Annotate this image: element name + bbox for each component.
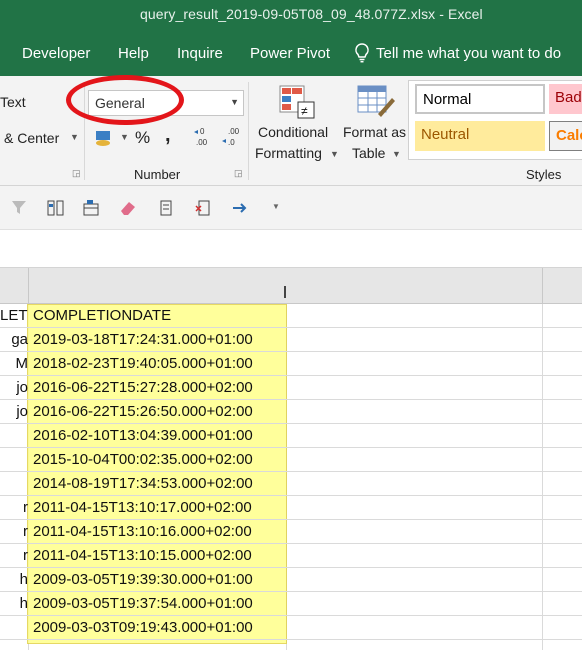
format-as-table-icon[interactable]: [356, 84, 396, 120]
table-row: jo 2016-06-22T15:27:28.000+02:00: [0, 376, 582, 400]
cell-b[interactable]: 2016-02-10T13:04:39.000+01:00: [33, 427, 253, 444]
cell-b[interactable]: 2011-04-15T13:10:15.000+02:00: [33, 547, 252, 564]
dialog-launcher-icon[interactable]: ◲: [234, 168, 243, 179]
conditional-formatting-icon[interactable]: ≠: [278, 84, 318, 120]
style-bad[interactable]: Bad: [549, 84, 582, 114]
svg-text:0: 0: [200, 127, 205, 136]
accounting-format-icon[interactable]: [94, 128, 116, 148]
column-header-row: [0, 268, 582, 304]
window-title: query_result_2019-09-05T08_09_48.077Z.xl…: [140, 6, 483, 22]
cell-rows: LETE COMPLETIONDATE ga 2019-03-18T17:24:…: [0, 304, 582, 650]
table-row: h 2009-03-05T19:37:54.000+01:00: [0, 592, 582, 616]
table-row: r 2011-04-15T13:10:17.000+02:00: [0, 496, 582, 520]
cell-b[interactable]: 2018-02-23T19:40:05.000+01:00: [33, 355, 253, 372]
dialog-launcher-icon[interactable]: ◲: [72, 168, 81, 179]
cell-a[interactable]: h: [0, 595, 28, 612]
tab-help[interactable]: Help: [118, 45, 149, 62]
chevron-down-icon: ▼: [230, 97, 239, 107]
tell-me-label: Tell me what you want to do: [376, 44, 562, 62]
styles-group-label: Styles: [526, 167, 562, 182]
table-row: M 2018-02-23T19:40:05.000+01:00: [0, 352, 582, 376]
cell-a[interactable]: r: [0, 547, 28, 564]
tell-me-box[interactable]: Tell me what you want to do: [354, 43, 561, 63]
cell-a[interactable]: h: [0, 571, 28, 588]
cell-b[interactable]: 2019-03-18T17:24:31.000+01:00: [33, 331, 253, 348]
chevron-down-icon[interactable]: ▼: [330, 149, 339, 159]
number-format-value: General: [95, 95, 145, 111]
tab-inquire[interactable]: Inquire: [177, 45, 223, 62]
table-row: jo 2016-06-22T15:26:50.000+02:00: [0, 400, 582, 424]
resize-cursor: [284, 286, 286, 298]
lightbulb-icon: [355, 43, 369, 63]
cell-b[interactable]: 2016-06-22T15:26:50.000+02:00: [33, 403, 253, 420]
style-normal[interactable]: Normal: [415, 84, 545, 114]
svg-text:≠: ≠: [301, 104, 308, 118]
conditional-formatting-button[interactable]: Conditional: [258, 124, 328, 140]
ribbon: Text & Center ▼ ◲ General ▼ ▼ % , 0 .00 …: [0, 76, 582, 186]
format-as-table-button[interactable]: Format as: [343, 124, 406, 140]
chevron-down-icon[interactable]: ▼: [120, 132, 129, 142]
cell-b[interactable]: 2011-04-15T13:10:16.000+02:00: [33, 523, 252, 540]
tab-developer[interactable]: Developer: [22, 45, 90, 62]
cell-b[interactable]: COMPLETIONDATE: [33, 307, 171, 324]
cell-b[interactable]: 2009-03-05T19:39:30.000+01:00: [33, 571, 253, 588]
cell-b[interactable]: 2016-06-22T15:27:28.000+02:00: [33, 379, 253, 396]
delete-cells-icon[interactable]: [194, 198, 214, 218]
conditional-formatting-button-line2[interactable]: Formatting: [255, 145, 322, 161]
cell-a[interactable]: jo: [0, 379, 28, 396]
cell-a[interactable]: LETE: [0, 307, 28, 324]
table-row: 2014-08-19T17:34:53.000+02:00: [0, 472, 582, 496]
cell-b[interactable]: 2015-10-04T00:02:35.000+02:00: [33, 451, 253, 468]
table-tools-icon[interactable]: [82, 198, 102, 218]
cell-b[interactable]: 2014-08-19T17:34:53.000+02:00: [33, 475, 253, 492]
style-calculation[interactable]: Calc: [549, 121, 582, 151]
table-row: 2009-03-03T09:19:43.000+01:00: [0, 616, 582, 640]
copy-cells-icon[interactable]: [156, 198, 176, 218]
cell-b[interactable]: 2011-04-15T13:10:17.000+02:00: [33, 499, 252, 516]
percent-style-button[interactable]: %: [135, 128, 150, 148]
increase-decimal-icon[interactable]: 0 .00: [192, 126, 216, 148]
svg-text:.0: .0: [228, 138, 235, 147]
number-format-dropdown[interactable]: General ▼: [88, 90, 244, 116]
quick-toolbar: ▼: [0, 186, 582, 230]
cell-a[interactable]: ga: [0, 331, 28, 348]
customize-dropdown-icon[interactable]: ▼: [272, 202, 280, 211]
cell-b[interactable]: 2009-03-05T19:37:54.000+01:00: [33, 595, 253, 612]
table-row: 2016-02-10T13:04:39.000+01:00: [0, 424, 582, 448]
style-neutral[interactable]: Neutral: [415, 121, 545, 151]
cell-b[interactable]: 2009-03-03T09:19:43.000+01:00: [33, 619, 253, 636]
wrap-text-button[interactable]: Text: [0, 94, 26, 110]
table-row: 2015-10-04T00:02:35.000+02:00: [0, 448, 582, 472]
table-row: r 2011-04-15T13:10:15.000+02:00: [0, 544, 582, 568]
group-separator: [84, 82, 85, 180]
table-row-header: LETE COMPLETIONDATE: [0, 304, 582, 328]
table-row: h 2009-03-05T19:39:30.000+01:00: [0, 568, 582, 592]
cell-a[interactable]: jo: [0, 403, 28, 420]
columns-icon[interactable]: [46, 198, 66, 218]
group-separator: [248, 82, 249, 180]
format-as-table-button-line2[interactable]: Table: [352, 145, 385, 161]
formula-area: [0, 230, 582, 268]
ribbon-tabs: Developer Help Inquire Power Pivot Tell …: [0, 34, 582, 76]
chevron-down-icon[interactable]: ▼: [70, 132, 79, 142]
cell-a[interactable]: r: [0, 499, 28, 516]
column-divider: [28, 268, 29, 304]
comma-style-button[interactable]: ,: [165, 124, 171, 147]
arrow-right-icon[interactable]: [230, 198, 250, 218]
svg-text:.00: .00: [196, 138, 208, 147]
cell-a[interactable]: M: [0, 355, 29, 372]
column-divider: [542, 268, 543, 304]
number-group-label: Number: [134, 167, 181, 182]
table-row: r 2011-04-15T13:10:16.000+02:00: [0, 520, 582, 544]
filter-clear-icon[interactable]: [10, 198, 30, 218]
title-bar: query_result_2019-09-05T08_09_48.077Z.xl…: [0, 0, 582, 34]
table-row: ga 2019-03-18T17:24:31.000+01:00: [0, 328, 582, 352]
cell-a[interactable]: r: [0, 523, 28, 540]
merge-center-button[interactable]: & Center: [4, 130, 59, 146]
tab-power-pivot[interactable]: Power Pivot: [250, 45, 330, 62]
svg-text:.00: .00: [228, 127, 240, 136]
eraser-icon[interactable]: [118, 198, 138, 218]
decrease-decimal-icon[interactable]: .00 .0: [220, 126, 244, 148]
chevron-down-icon[interactable]: ▼: [392, 149, 401, 159]
